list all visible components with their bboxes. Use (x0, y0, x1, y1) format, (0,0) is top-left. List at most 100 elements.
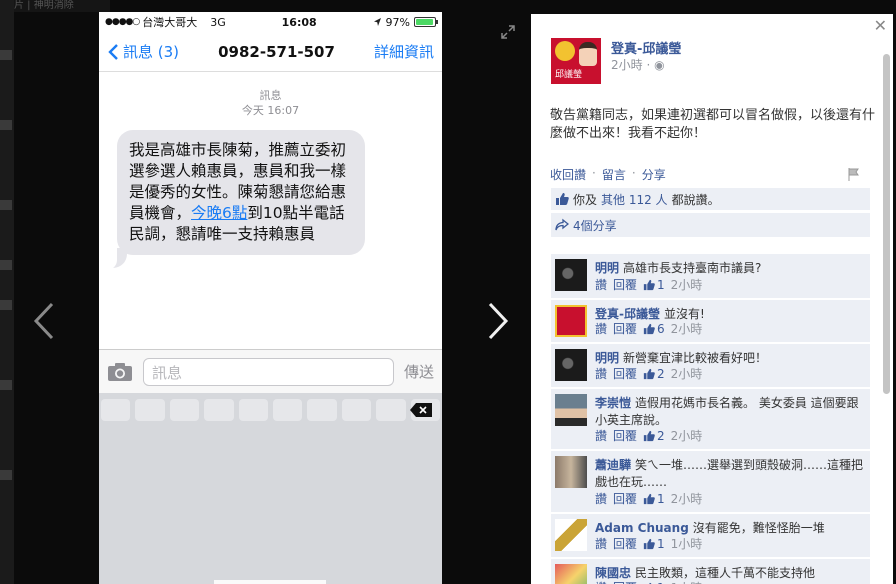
comment-reply-button[interactable]: 回覆 (613, 365, 637, 382)
message-time-link[interactable]: 今晚6點 (191, 204, 247, 222)
commenter-avatar[interactable] (555, 305, 587, 337)
commenter-name[interactable]: 陳國忠 (595, 566, 631, 580)
comment-time[interactable]: 2小時 (671, 365, 703, 382)
network-type: 3G (210, 15, 226, 29)
next-photo-button[interactable] (482, 298, 512, 344)
commenter-name[interactable]: 明明 (595, 351, 619, 365)
likes-others-link[interactable]: 其他 112 人 (601, 191, 668, 208)
share-button[interactable]: 分享 (642, 166, 666, 184)
contact-number: 0982-571-507 (218, 42, 335, 61)
comment-like-button[interactable]: 讚 (595, 535, 607, 552)
comment-text: 民主敗類，這種人千萬不能支持他 (635, 566, 816, 580)
details-button[interactable]: 詳細資訊 (374, 41, 434, 62)
comment-like-count: 2 (657, 366, 665, 381)
comment-body: 李崇愷 造假用花媽市長名義。 美女委員 這個要跟小英主席說。 (595, 395, 866, 429)
background-page-edge (0, 0, 14, 584)
unlike-button[interactable]: 收回讚 (550, 166, 586, 184)
chevron-left-icon (108, 43, 118, 60)
comment-like-button[interactable]: 讚 (595, 427, 607, 444)
comment-meta: 讚回覆 2 2小時 (595, 427, 702, 444)
comment-time[interactable]: 2小時 (671, 320, 703, 337)
comment-time[interactable]: 2小時 (671, 427, 703, 444)
fullscreen-icon[interactable] (500, 24, 516, 40)
comment-likes[interactable]: 1 (643, 581, 665, 584)
comment-time[interactable]: 2小時 (671, 490, 703, 507)
previous-photo-button[interactable] (30, 298, 60, 344)
commenter-name[interactable]: 明明 (595, 261, 619, 275)
comment-reply-button[interactable]: 回覆 (613, 579, 637, 584)
comment-reply-button[interactable]: 回覆 (613, 276, 637, 293)
commenter-name[interactable]: 登真-邱議瑩 (595, 307, 660, 321)
back-button[interactable]: 訊息 (3) (107, 41, 179, 62)
post-body: 敬告黨籍同志，如果連初選都可以冒名做假，以後還有什麼做不出來！我看不起你！ (550, 108, 876, 141)
shares-summary[interactable]: 4個分享 (551, 213, 870, 237)
page-name[interactable]: 登真-邱議瑩 (611, 38, 681, 57)
clock: 16:08 (281, 15, 317, 29)
commenter-name[interactable]: Adam Chuang (595, 521, 689, 535)
comment-like-count: 1 (657, 491, 665, 506)
comment-reply-button[interactable]: 回覆 (613, 427, 637, 444)
comment-likes[interactable]: 2 (643, 429, 665, 443)
comment-like-count: 1 (657, 277, 665, 292)
comment-reply-button[interactable]: 回覆 (613, 490, 637, 507)
avatar-caption: 邱議瑩 (555, 70, 583, 80)
comment-time[interactable]: 1小時 (671, 535, 703, 552)
comment-row: 蕭迪驊 笑ㄟ一堆……選舉選到頭殼破洞……這種把戲也在玩…… 讚回覆 1 2小時 (551, 451, 870, 512)
likes-summary: 你及 其他 112 人 都說讚。 (551, 188, 870, 210)
commenter-avatar[interactable] (555, 519, 587, 551)
commenter-name[interactable]: 蕭迪驊 (595, 458, 631, 472)
comment-text: 高雄市長支持臺南市議員? (623, 261, 762, 275)
message-input[interactable]: 訊息 (143, 357, 394, 386)
keyboard-row (101, 399, 441, 421)
battery-icon (413, 17, 438, 27)
likes-suffix: 都說讚。 (671, 192, 720, 207)
commenter-avatar[interactable] (555, 456, 587, 488)
comment-row: 陳國忠民主敗類，這種人千萬不能支持他讚 回覆 1 1小時 (551, 559, 870, 584)
globe-icon: · ◉ (646, 58, 665, 72)
post-time-text[interactable]: 2小時 (611, 58, 643, 72)
comment-like-count: 1 (657, 581, 665, 584)
comment-row: Adam Chuang 沒有罷免，難怪怪胎一堆讚回覆 1 1小時 (551, 514, 870, 557)
commenter-name[interactable]: 李崇愷 (595, 396, 631, 410)
comment-row: 明明 新營棄宜津比較被看好吧！ 讚回覆 2 2小時 (551, 344, 870, 387)
scrollbar[interactable] (883, 54, 890, 394)
sms-screenshot: ●●●●○ 台灣大哥大 3G 16:08 97% 訊息 (3) 0982-571… (99, 12, 442, 584)
comment-likes[interactable]: 1 (643, 278, 665, 292)
send-button[interactable]: 傳送 (404, 361, 434, 382)
comment-text: 笑ㄟ一堆……選舉選到頭殼破洞……這種把戲也在玩…… (595, 458, 864, 489)
comment-likes[interactable]: 6 (643, 322, 665, 336)
comment-time[interactable]: 2小時 (671, 276, 703, 293)
commenter-avatar[interactable] (555, 394, 587, 426)
comment-like-button[interactable]: 讚 (595, 365, 607, 382)
delete-key-icon[interactable] (410, 403, 432, 417)
commenter-avatar[interactable] (555, 564, 587, 584)
comment-meta: 讚回覆 2 2小時 (595, 365, 702, 382)
post-time: 2小時 · ◉ (611, 56, 665, 73)
keyboard-bottom-highlight (214, 580, 326, 584)
comment-like-button[interactable]: 讚 (595, 490, 607, 507)
comment-meta: 讚回覆 1 2小時 (595, 490, 702, 507)
likes-prefix: 你及 (573, 192, 598, 207)
comment-button[interactable]: 留言 (602, 166, 626, 184)
comment-reply-button[interactable]: 回覆 (613, 320, 637, 337)
thumbs-up-icon (643, 279, 655, 290)
commenter-avatar[interactable] (555, 349, 587, 381)
page-avatar[interactable]: 邱議瑩 (551, 38, 601, 84)
comment-meta: 讚 回覆 1 1小時 (595, 579, 702, 584)
comment-time[interactable]: 1小時 (671, 579, 703, 584)
post-panel: ✕ 邱議瑩 登真-邱議瑩 2小時 · ◉ 敬告黨籍同志，如果連初選都可以冒名做假… (531, 14, 893, 584)
comment-like-button[interactable]: 讚 (595, 276, 607, 293)
comment-like-button[interactable]: 讚 (595, 320, 607, 337)
comment-likes[interactable]: 1 (643, 537, 665, 551)
close-icon[interactable]: ✕ (874, 16, 887, 35)
comment-reply-button[interactable]: 回覆 (613, 535, 637, 552)
keyboard[interactable] (99, 393, 442, 584)
flag-icon[interactable] (847, 167, 861, 181)
commenter-avatar[interactable] (555, 259, 587, 291)
status-bar: ●●●●○ 台灣大哥大 3G 16:08 97% (99, 12, 442, 32)
shares-count: 4個分享 (573, 218, 617, 233)
camera-icon[interactable] (107, 362, 133, 382)
comment-likes[interactable]: 1 (643, 492, 665, 506)
comment-like-button[interactable]: 讚 (595, 579, 607, 584)
comment-likes[interactable]: 2 (643, 367, 665, 381)
